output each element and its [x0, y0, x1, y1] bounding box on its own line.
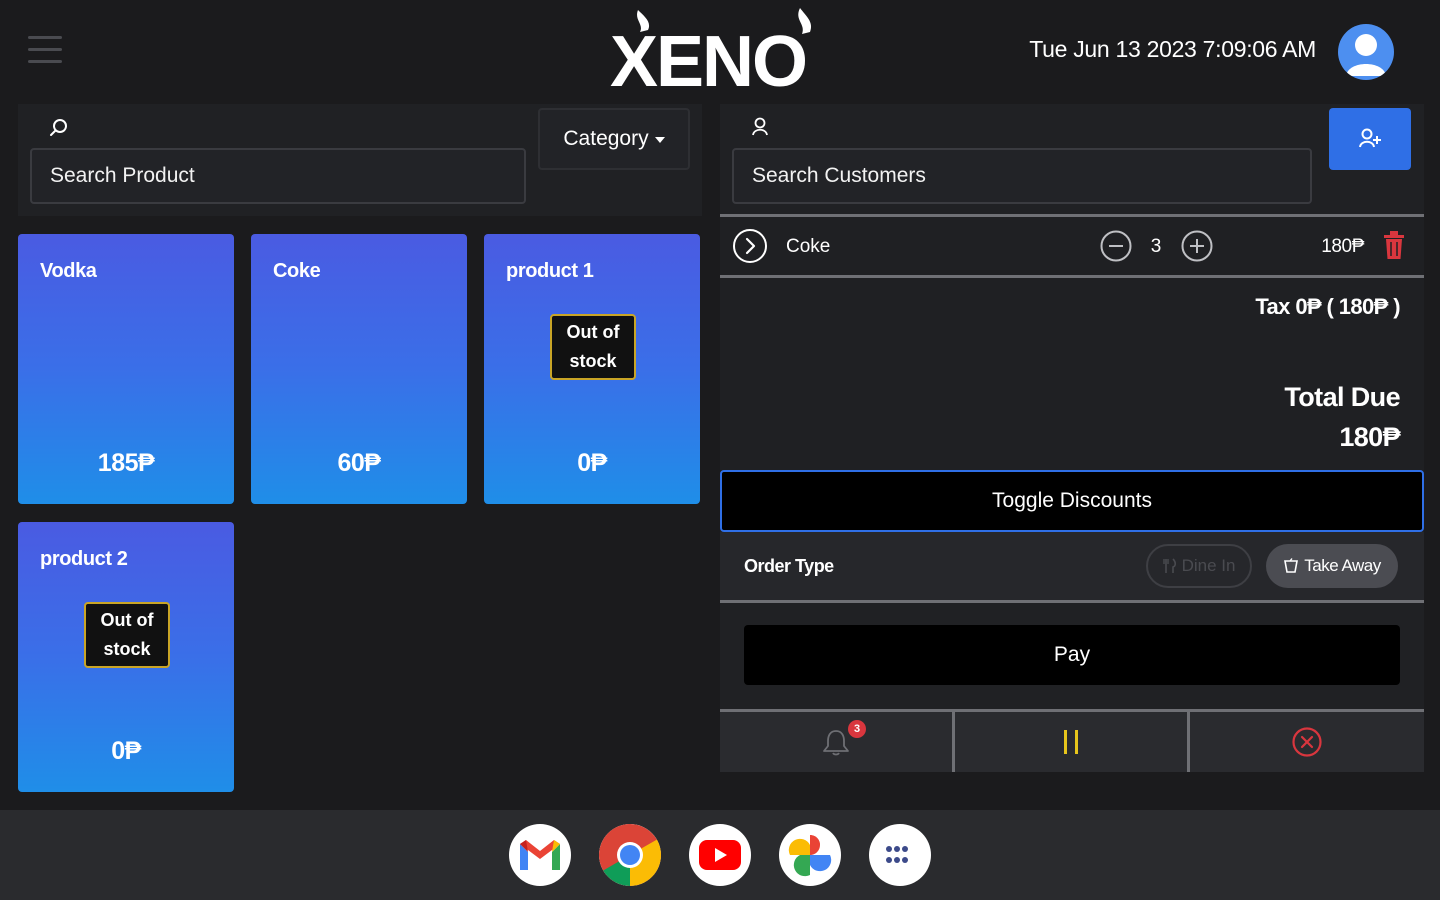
dine-in-button[interactable]: Dine In: [1146, 544, 1252, 588]
search-customers-input[interactable]: [732, 148, 1312, 204]
order-line-item: Coke 3 180₱: [720, 218, 1424, 274]
divider: [720, 214, 1424, 217]
app-launcher-icon[interactable]: [869, 824, 931, 886]
product-name: product 1: [506, 260, 594, 282]
pay-button[interactable]: Pay: [744, 625, 1400, 685]
line-item-total: 180₱: [1321, 236, 1364, 257]
product-name: product 2: [40, 548, 128, 570]
chrome-logo: [599, 824, 661, 886]
hold-order-button[interactable]: [955, 712, 1187, 772]
menu-line: [28, 36, 62, 39]
search-icon: [50, 119, 67, 136]
take-away-label: Take Away: [1304, 556, 1381, 575]
product-name: Coke: [273, 260, 321, 282]
top-bar: XENO Tue Jun 13 2023 7:09:06 AM: [0, 0, 1440, 104]
photos-icon[interactable]: [779, 824, 841, 886]
search-product-input[interactable]: [30, 148, 526, 204]
user-icon: [1346, 34, 1386, 76]
total-due-label: Total Due: [1284, 382, 1400, 412]
bell-icon: [823, 730, 849, 756]
user-avatar[interactable]: [1338, 24, 1394, 80]
pay-area: Pay: [720, 603, 1424, 709]
xeno-logo: XENO: [610, 8, 812, 98]
total-due-value: 180₱: [1339, 422, 1400, 452]
action-bar: 3: [720, 712, 1424, 772]
order-panel: Coke 3 180₱ Tax 0₱ ( 180₱ ) Total Due 18…: [720, 104, 1424, 772]
line-item-name: Coke: [786, 236, 831, 257]
notifications-button[interactable]: 3: [720, 712, 952, 772]
toggle-discounts-button[interactable]: Toggle Discounts: [720, 470, 1424, 532]
photos-logo: [788, 835, 832, 877]
order-type-row: Order Type Dine In Take Away: [720, 532, 1424, 600]
product-card-coke[interactable]: Coke 60₱: [251, 234, 467, 504]
category-label: Category: [563, 127, 649, 150]
add-customer-button[interactable]: [1329, 108, 1411, 170]
youtube-logo: [699, 840, 741, 870]
line-item-quantity: 3: [1150, 236, 1162, 257]
dots-grid-icon: [886, 846, 915, 863]
out-of-stock-badge: Out of stock: [550, 314, 636, 380]
category-dropdown[interactable]: Category: [538, 108, 690, 170]
gmail-logo: [520, 840, 560, 870]
product-card-product-2[interactable]: product 2 Out of stock 0₱: [18, 522, 234, 792]
logo-text: XENO: [610, 22, 806, 98]
take-away-button[interactable]: Take Away: [1266, 544, 1398, 588]
decrease-quantity-icon[interactable]: [1100, 230, 1132, 262]
increase-quantity-icon[interactable]: [1181, 230, 1213, 262]
menu-line: [28, 60, 62, 63]
close-circle-icon: [1292, 727, 1322, 757]
tax-summary: Tax 0₱ ( 180₱ ): [1255, 294, 1400, 319]
customer-search-panel: [720, 104, 1424, 216]
datetime-display: Tue Jun 13 2023 7:09:06 AM: [1029, 36, 1316, 62]
gmail-icon[interactable]: [509, 824, 571, 886]
product-price: 185₱: [97, 449, 155, 477]
chrome-icon[interactable]: [599, 824, 661, 886]
utensils-icon: [1162, 558, 1176, 573]
menu-icon[interactable]: [28, 36, 64, 64]
product-card-product-1[interactable]: product 1 Out of stock 0₱: [484, 234, 700, 504]
pause-icon: [1064, 730, 1078, 754]
caret-down-icon: [654, 137, 665, 143]
person-icon: [752, 117, 768, 136]
order-type-label: Order Type: [744, 556, 834, 576]
add-user-icon: [1359, 128, 1381, 148]
system-dock: [0, 810, 1440, 900]
product-price: 0₱: [577, 449, 607, 477]
out-of-stock-badge: Out of stock: [84, 602, 170, 668]
dine-in-label: Dine In: [1181, 556, 1236, 575]
notification-badge: 3: [848, 720, 866, 738]
product-price: 60₱: [337, 449, 381, 477]
product-card-vodka[interactable]: Vodka 185₱: [18, 234, 234, 504]
trash-icon[interactable]: [1382, 230, 1406, 260]
youtube-icon[interactable]: [689, 824, 751, 886]
chevron-right-circle-icon[interactable]: [732, 228, 768, 264]
product-name: Vodka: [40, 260, 97, 282]
product-price: 0₱: [111, 737, 141, 765]
product-search-panel: Category: [18, 104, 702, 216]
cancel-order-button[interactable]: [1190, 712, 1424, 772]
menu-line: [28, 48, 62, 51]
divider: [720, 275, 1424, 278]
takeaway-bag-icon: [1284, 558, 1299, 573]
